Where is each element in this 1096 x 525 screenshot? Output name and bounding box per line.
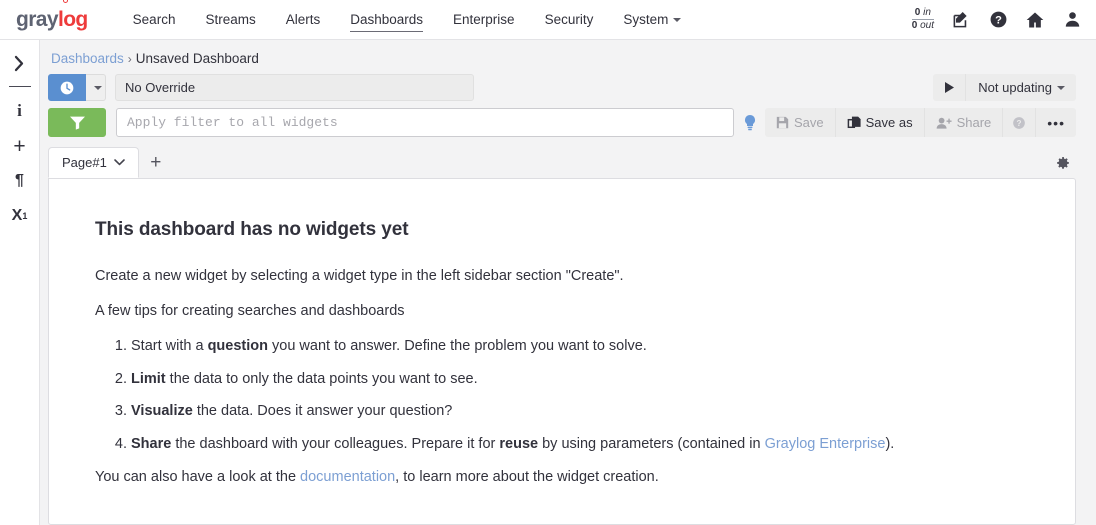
nav-item-streams[interactable]: Streams: [190, 8, 270, 31]
refresh-play-button[interactable]: [933, 74, 967, 101]
search-bar: No Override Not updating Apply filter to…: [48, 74, 1076, 147]
timerange-row: No Override Not updating: [48, 74, 1076, 101]
empty-dashboard-panel: This dashboard has no widgets yet Create…: [48, 178, 1076, 525]
chevron-down-icon: [673, 18, 682, 23]
share-button[interactable]: Share: [925, 108, 1004, 137]
documentation-link[interactable]: documentation: [300, 469, 395, 485]
list-item: Share the dashboard with your colleagues…: [131, 435, 1029, 454]
add-page-label: +: [150, 151, 162, 173]
svg-text:?: ?: [1017, 118, 1022, 127]
sidebar-divider: [8, 86, 31, 87]
sidebar-item-info[interactable]: i: [6, 97, 34, 125]
tips-intro-text: A few tips for creating searches and das…: [95, 302, 405, 319]
save-as-button[interactable]: Save as: [836, 108, 925, 137]
page-title: This dashboard has no widgets yet: [95, 219, 409, 240]
refresh-interval-dropdown[interactable]: Not updating: [966, 74, 1076, 101]
time-override-field[interactable]: No Override: [115, 74, 474, 101]
list-item: Visualize the data. Does it answer your …: [131, 402, 1029, 421]
list-item: Start with a question you want to answer…: [131, 337, 1029, 356]
user-icon[interactable]: [1062, 10, 1082, 30]
nav-item-system[interactable]: System: [608, 8, 696, 31]
throughput-in-value: 0: [914, 6, 921, 18]
brand-text-log: log: [58, 0, 88, 32]
nav-links: Search Streams Alerts Dashboards Enterpr…: [118, 8, 697, 32]
chevron-down-icon: [1057, 85, 1065, 90]
page-body: i + ¶ X1 Dashboards›Unsaved Dashboard: [0, 40, 1096, 525]
filter-row: Save Save as Share: [48, 108, 1076, 137]
svg-text:?: ?: [995, 14, 1002, 26]
page-tab-bar: Page#1 +: [48, 147, 1076, 178]
sidebar-expand-icon[interactable]: [6, 49, 34, 77]
breadcrumb-current: Unsaved Dashboard: [135, 51, 259, 66]
page-tab-label: Page#1: [62, 155, 107, 170]
throughput-indicator: 0 in 0 out: [911, 6, 934, 33]
nav-item-search[interactable]: Search: [118, 8, 191, 31]
chevron-down-icon: [114, 157, 125, 169]
outro-text: You can also have a look at the document…: [95, 469, 659, 486]
graylog-logo[interactable]: gray log: [16, 0, 88, 32]
sidebar-item-fields[interactable]: X1: [6, 202, 34, 230]
edit-icon[interactable]: [951, 10, 971, 30]
breadcrumb-link-dashboards[interactable]: Dashboards: [51, 51, 124, 66]
add-page-button[interactable]: +: [139, 147, 173, 178]
nav-item-security[interactable]: Security: [530, 8, 609, 31]
throughput-out-value: 0: [911, 20, 918, 31]
graylog-enterprise-link[interactable]: Graylog Enterprise: [765, 436, 886, 452]
lightbulb-icon[interactable]: [743, 114, 757, 132]
time-override-value: No Override: [125, 80, 196, 95]
dashboard-help-icon[interactable]: ?: [1003, 108, 1037, 137]
breadcrumb-separator: ›: [127, 52, 132, 66]
page-tab-1[interactable]: Page#1: [48, 147, 139, 178]
help-icon[interactable]: ?: [988, 10, 1008, 30]
dashboard-actions: Save Save as Share ? •••: [764, 108, 1076, 137]
intro-text: Create a new widget by selecting a widge…: [95, 268, 624, 284]
sidebar-item-description[interactable]: ¶: [6, 167, 34, 195]
list-item: Limit the data to only the data points y…: [131, 370, 1029, 389]
filter-input[interactable]: [116, 108, 734, 137]
share-label: Share: [956, 115, 992, 130]
nav-item-enterprise[interactable]: Enterprise: [438, 8, 530, 31]
save-label: Save: [793, 115, 824, 130]
refresh-controls: Not updating: [933, 74, 1076, 101]
home-icon[interactable]: [1025, 10, 1045, 30]
throughput-out-unit: out: [920, 20, 934, 31]
time-range-button[interactable]: [48, 74, 86, 101]
logo-dot-icon: [62, 0, 68, 3]
more-actions-label: •••: [1047, 114, 1065, 131]
time-range-dropdown[interactable]: [86, 74, 106, 101]
tips-list: Start with a question you want to answer…: [95, 337, 1029, 454]
nav-item-alerts[interactable]: Alerts: [271, 8, 336, 31]
content-column: Dashboards › Unsaved Dashboard No Override: [40, 40, 1096, 525]
chevron-down-icon: [94, 85, 102, 90]
brand-text-gray: gray: [16, 7, 59, 31]
save-as-label: Save as: [865, 115, 913, 130]
refresh-interval-label: Not updating: [978, 80, 1052, 95]
filter-button[interactable]: [48, 108, 106, 137]
breadcrumb: Dashboards › Unsaved Dashboard: [48, 40, 1076, 74]
nav-right-group: 0 in 0 out ?: [911, 6, 1082, 33]
top-navbar: gray log Search Streams Alerts Dashboards…: [0, 0, 1096, 40]
gear-icon[interactable]: [1050, 147, 1076, 178]
sidebar-item-create[interactable]: +: [6, 132, 34, 160]
save-button[interactable]: Save: [765, 108, 836, 137]
throughput-in-unit: in: [923, 6, 931, 18]
left-sidebar: i + ¶ X1: [0, 40, 40, 525]
more-actions-button[interactable]: •••: [1036, 108, 1076, 137]
nav-item-dashboards[interactable]: Dashboards: [335, 8, 438, 32]
